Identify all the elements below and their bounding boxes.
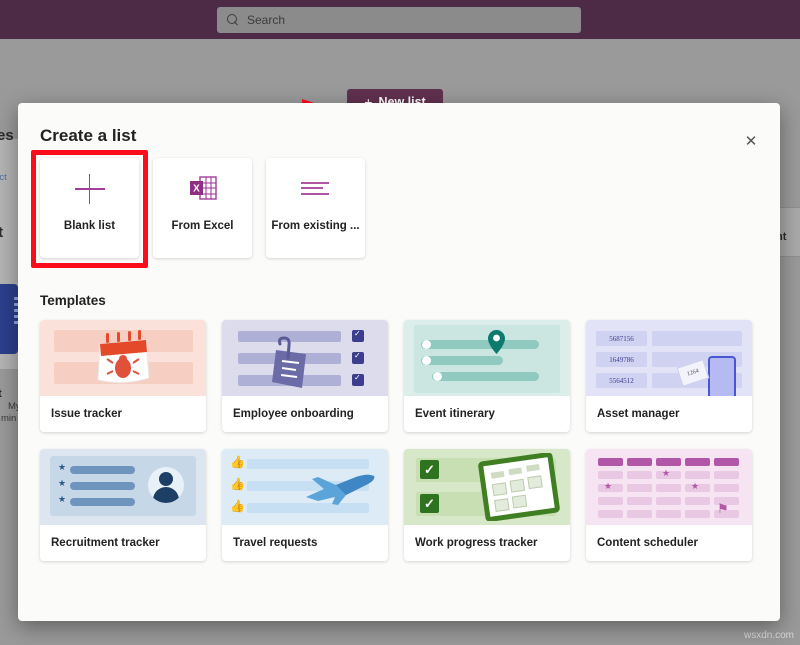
template-card-recruitment-tracker[interactable]: ★★★ Recruitment tracker [40,449,206,561]
excel-icon: X [153,158,252,220]
top-bar: Search [0,0,800,39]
option-label: Blank list [40,220,139,232]
work-progress-tracker-thumbnail: ✓ ✓ [404,449,570,525]
asset-number: 5564512 [596,373,647,388]
search-placeholder: Search [247,13,285,27]
location-pin-icon [488,330,505,354]
option-label: From Excel [153,220,252,232]
search-icon [227,14,240,27]
background-recent-heading: nt [0,224,3,241]
content-scheduler-thumbnail: ★ ★ ★ ⚑ [586,449,752,525]
thumbs-up-icon: 👍 [230,477,245,491]
background-get-text: et [0,388,2,400]
recruitment-tracker-thumbnail: ★★★ [40,449,206,525]
option-card-from-existing-list[interactable]: From existing ... [266,158,365,258]
template-label: Travel requests [222,525,388,561]
background-select-link[interactable]: lect [0,172,7,183]
checkmark-icon: ✓ [420,460,439,479]
asset-number: 5687156 [596,331,647,346]
existing-list-icon [266,158,365,220]
event-itinerary-thumbnail [404,320,570,396]
watermark: wsxdn.com [744,630,794,641]
template-card-work-progress-tracker[interactable]: ✓ ✓ Work progress trac [404,449,570,561]
option-card-blank-list[interactable]: Blank list [40,158,139,258]
flag-icon: ⚑ [717,501,729,517]
template-label: Event itinerary [404,396,570,432]
checkmark-icon: ✓ [420,494,439,513]
phone-icon [708,356,736,396]
templates-heading: Templates [40,293,106,308]
close-icon[interactable]: ✕ [740,130,762,152]
plus-icon [40,158,139,220]
dialog-title: Create a list [40,126,136,146]
background-favorites-heading: rites [0,127,14,144]
template-card-asset-manager[interactable]: 5687156 1649786 5564512 1264 Asset manag… [586,320,752,432]
template-card-issue-tracker[interactable]: Issue tracker [40,320,206,432]
option-label: From existing ... [266,220,365,232]
employee-onboarding-thumbnail [222,320,388,396]
create-options-row: Blank list X From Excel [40,158,365,258]
template-card-employee-onboarding[interactable]: Employee onboarding [222,320,388,432]
avatar [148,467,184,503]
template-label: Asset manager [586,396,752,432]
thumbs-up-icon: 👍 [230,499,245,513]
template-label: Content scheduler [586,525,752,561]
travel-requests-thumbnail: 👍 👍 👍 [222,449,388,525]
search-input[interactable]: Search [217,7,581,33]
asset-number: 1649786 [596,352,647,367]
templates-grid: Issue tracker Employee onboarding [40,320,752,561]
template-card-content-scheduler[interactable]: ★ ★ ★ ⚑ Content scheduler [586,449,752,561]
template-label: Issue tracker [40,396,206,432]
asset-manager-thumbnail: 5687156 1649786 5564512 1264 [586,320,752,396]
star-icon: ★ [691,481,699,492]
thumbs-up-icon: 👍 [230,455,245,469]
background-min-text: min [1,413,16,424]
template-card-travel-requests[interactable]: 👍 👍 👍 Travel requests [222,449,388,561]
option-card-from-excel[interactable]: X From Excel [153,158,252,258]
airplane-icon [304,471,378,507]
template-label: Employee onboarding [222,396,388,432]
star-icon: ★ [662,468,670,479]
create-a-list-dialog: Create a list ✕ Blank list X [18,103,780,621]
template-label: Work progress tracker [404,525,570,561]
template-card-event-itinerary[interactable]: Event itinerary [404,320,570,432]
template-label: Recruitment tracker [40,525,206,561]
svg-text:X: X [193,184,200,195]
star-icon: ★ [604,481,612,492]
issue-tracker-thumbnail [40,320,206,396]
